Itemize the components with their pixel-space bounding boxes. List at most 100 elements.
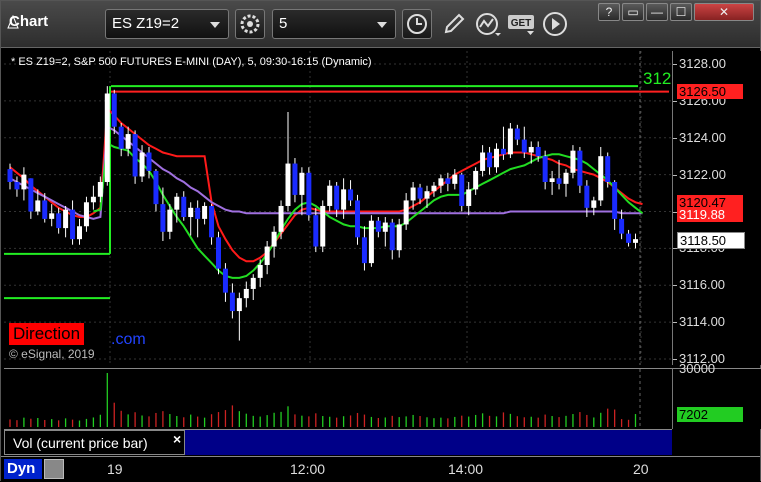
candle-body xyxy=(229,292,235,312)
candle-body xyxy=(327,185,333,206)
candle-body xyxy=(42,200,48,219)
time-label-1200: 12:00 xyxy=(290,461,326,477)
candle-body xyxy=(556,178,562,184)
candle-body xyxy=(396,224,402,251)
candle xyxy=(514,124,520,146)
settings-icon xyxy=(240,14,260,34)
price-tick-label: 3128.00 xyxy=(679,56,726,71)
candle-body xyxy=(361,237,367,264)
candle xyxy=(104,86,110,186)
candle xyxy=(542,150,548,190)
time-axis[interactable]: Dyn 19 12:00 14:00 20 xyxy=(1,456,760,482)
candle-body xyxy=(63,209,69,229)
restore-button[interactable]: ▭ xyxy=(622,3,644,21)
pencil-icon[interactable] xyxy=(441,11,467,37)
dynamic-mode-button[interactable]: Dyn xyxy=(4,459,42,479)
candle-body xyxy=(174,196,180,210)
candle-body xyxy=(299,172,305,195)
candle-body xyxy=(250,277,256,289)
interval-dropdown-icon[interactable] xyxy=(377,22,387,28)
candle-body xyxy=(146,152,152,171)
candle xyxy=(49,204,55,227)
candle xyxy=(375,217,381,238)
candle-body xyxy=(21,174,27,190)
candle-body xyxy=(375,220,381,232)
price-plot[interactable] xyxy=(4,51,672,365)
candle xyxy=(452,169,458,190)
candle xyxy=(320,200,326,253)
candle-body xyxy=(334,185,340,210)
candle xyxy=(202,202,208,225)
volume-legend[interactable]: Vol (current price bar) × xyxy=(4,430,185,455)
get-icon[interactable]: GET xyxy=(507,11,537,37)
symbol-field[interactable]: ES Z19=2 xyxy=(105,9,229,39)
candle-body xyxy=(598,156,604,201)
ma-purple-price-label: 3119.88 xyxy=(677,207,743,222)
candle xyxy=(431,182,437,197)
interval-field[interactable]: 5 xyxy=(272,9,396,39)
price-tick-mark xyxy=(673,64,677,65)
candle-body xyxy=(111,93,117,127)
candle-body xyxy=(222,268,228,293)
chart-window: Chart ES Z19=2 5 GET ? ▭ — ☐ ✕ 3128.00 3… xyxy=(0,0,761,482)
maximize-button[interactable]: ☐ xyxy=(670,3,692,21)
chart-app-icon xyxy=(7,15,19,29)
time-template-button[interactable] xyxy=(402,9,432,39)
direction-watermark-tail: .com xyxy=(111,331,146,348)
close-icon[interactable]: × xyxy=(173,427,181,451)
candle-body xyxy=(626,233,632,243)
minimize-button[interactable]: — xyxy=(646,3,668,21)
candle-body xyxy=(209,205,215,238)
candle-body xyxy=(285,163,291,206)
candle-body xyxy=(452,174,458,184)
candle-body xyxy=(500,148,506,155)
candle-body xyxy=(49,213,55,219)
price-tick-mark xyxy=(673,137,677,139)
candle xyxy=(299,167,305,216)
candle xyxy=(368,215,374,267)
candle-body xyxy=(494,148,499,168)
candle-body xyxy=(591,200,597,208)
copyright: © eSignal, 2019 xyxy=(9,347,95,361)
candle xyxy=(292,158,298,203)
price-tick-mark xyxy=(673,100,677,102)
candle-body xyxy=(202,205,208,219)
candle-body xyxy=(7,169,13,182)
candle-body xyxy=(264,246,270,265)
candle xyxy=(216,231,221,275)
last-price-label: 3118.50 xyxy=(677,232,745,249)
help-button[interactable]: ? xyxy=(598,3,620,21)
price-tick-label: 3122.00 xyxy=(679,166,726,182)
study-icon[interactable] xyxy=(475,11,501,37)
candle xyxy=(382,217,388,247)
candle xyxy=(355,194,360,245)
candle xyxy=(14,176,20,197)
price-tick-mark xyxy=(673,359,677,360)
candle-body xyxy=(466,189,472,206)
price-tick-label: 3124.00 xyxy=(679,129,726,145)
red-line-price-label: 3126.50 xyxy=(677,84,743,99)
candle-body xyxy=(271,231,277,247)
toolbar: Chart ES Z19=2 5 GET ? ▭ — ☐ ✕ xyxy=(1,1,760,48)
candle-body xyxy=(542,156,548,182)
candle-body xyxy=(403,200,409,225)
candle xyxy=(563,169,569,197)
candle-body xyxy=(577,150,583,186)
candle-body xyxy=(181,196,187,218)
candle xyxy=(487,146,493,175)
candle-body xyxy=(445,178,451,184)
candle-body xyxy=(139,152,145,177)
candle xyxy=(250,274,256,300)
candle-body xyxy=(77,226,82,240)
close-button[interactable]: ✕ xyxy=(694,3,754,21)
candle-body xyxy=(243,288,249,299)
candle-body xyxy=(257,264,263,278)
play-icon[interactable] xyxy=(542,11,568,37)
lock-icon[interactable] xyxy=(44,459,64,479)
symbol-dropdown-icon[interactable] xyxy=(210,22,220,28)
candle-body xyxy=(431,185,437,192)
volume-pane[interactable] xyxy=(4,368,672,429)
settings-button[interactable] xyxy=(235,9,265,39)
candle-body xyxy=(473,170,479,190)
candle-body xyxy=(188,207,194,218)
